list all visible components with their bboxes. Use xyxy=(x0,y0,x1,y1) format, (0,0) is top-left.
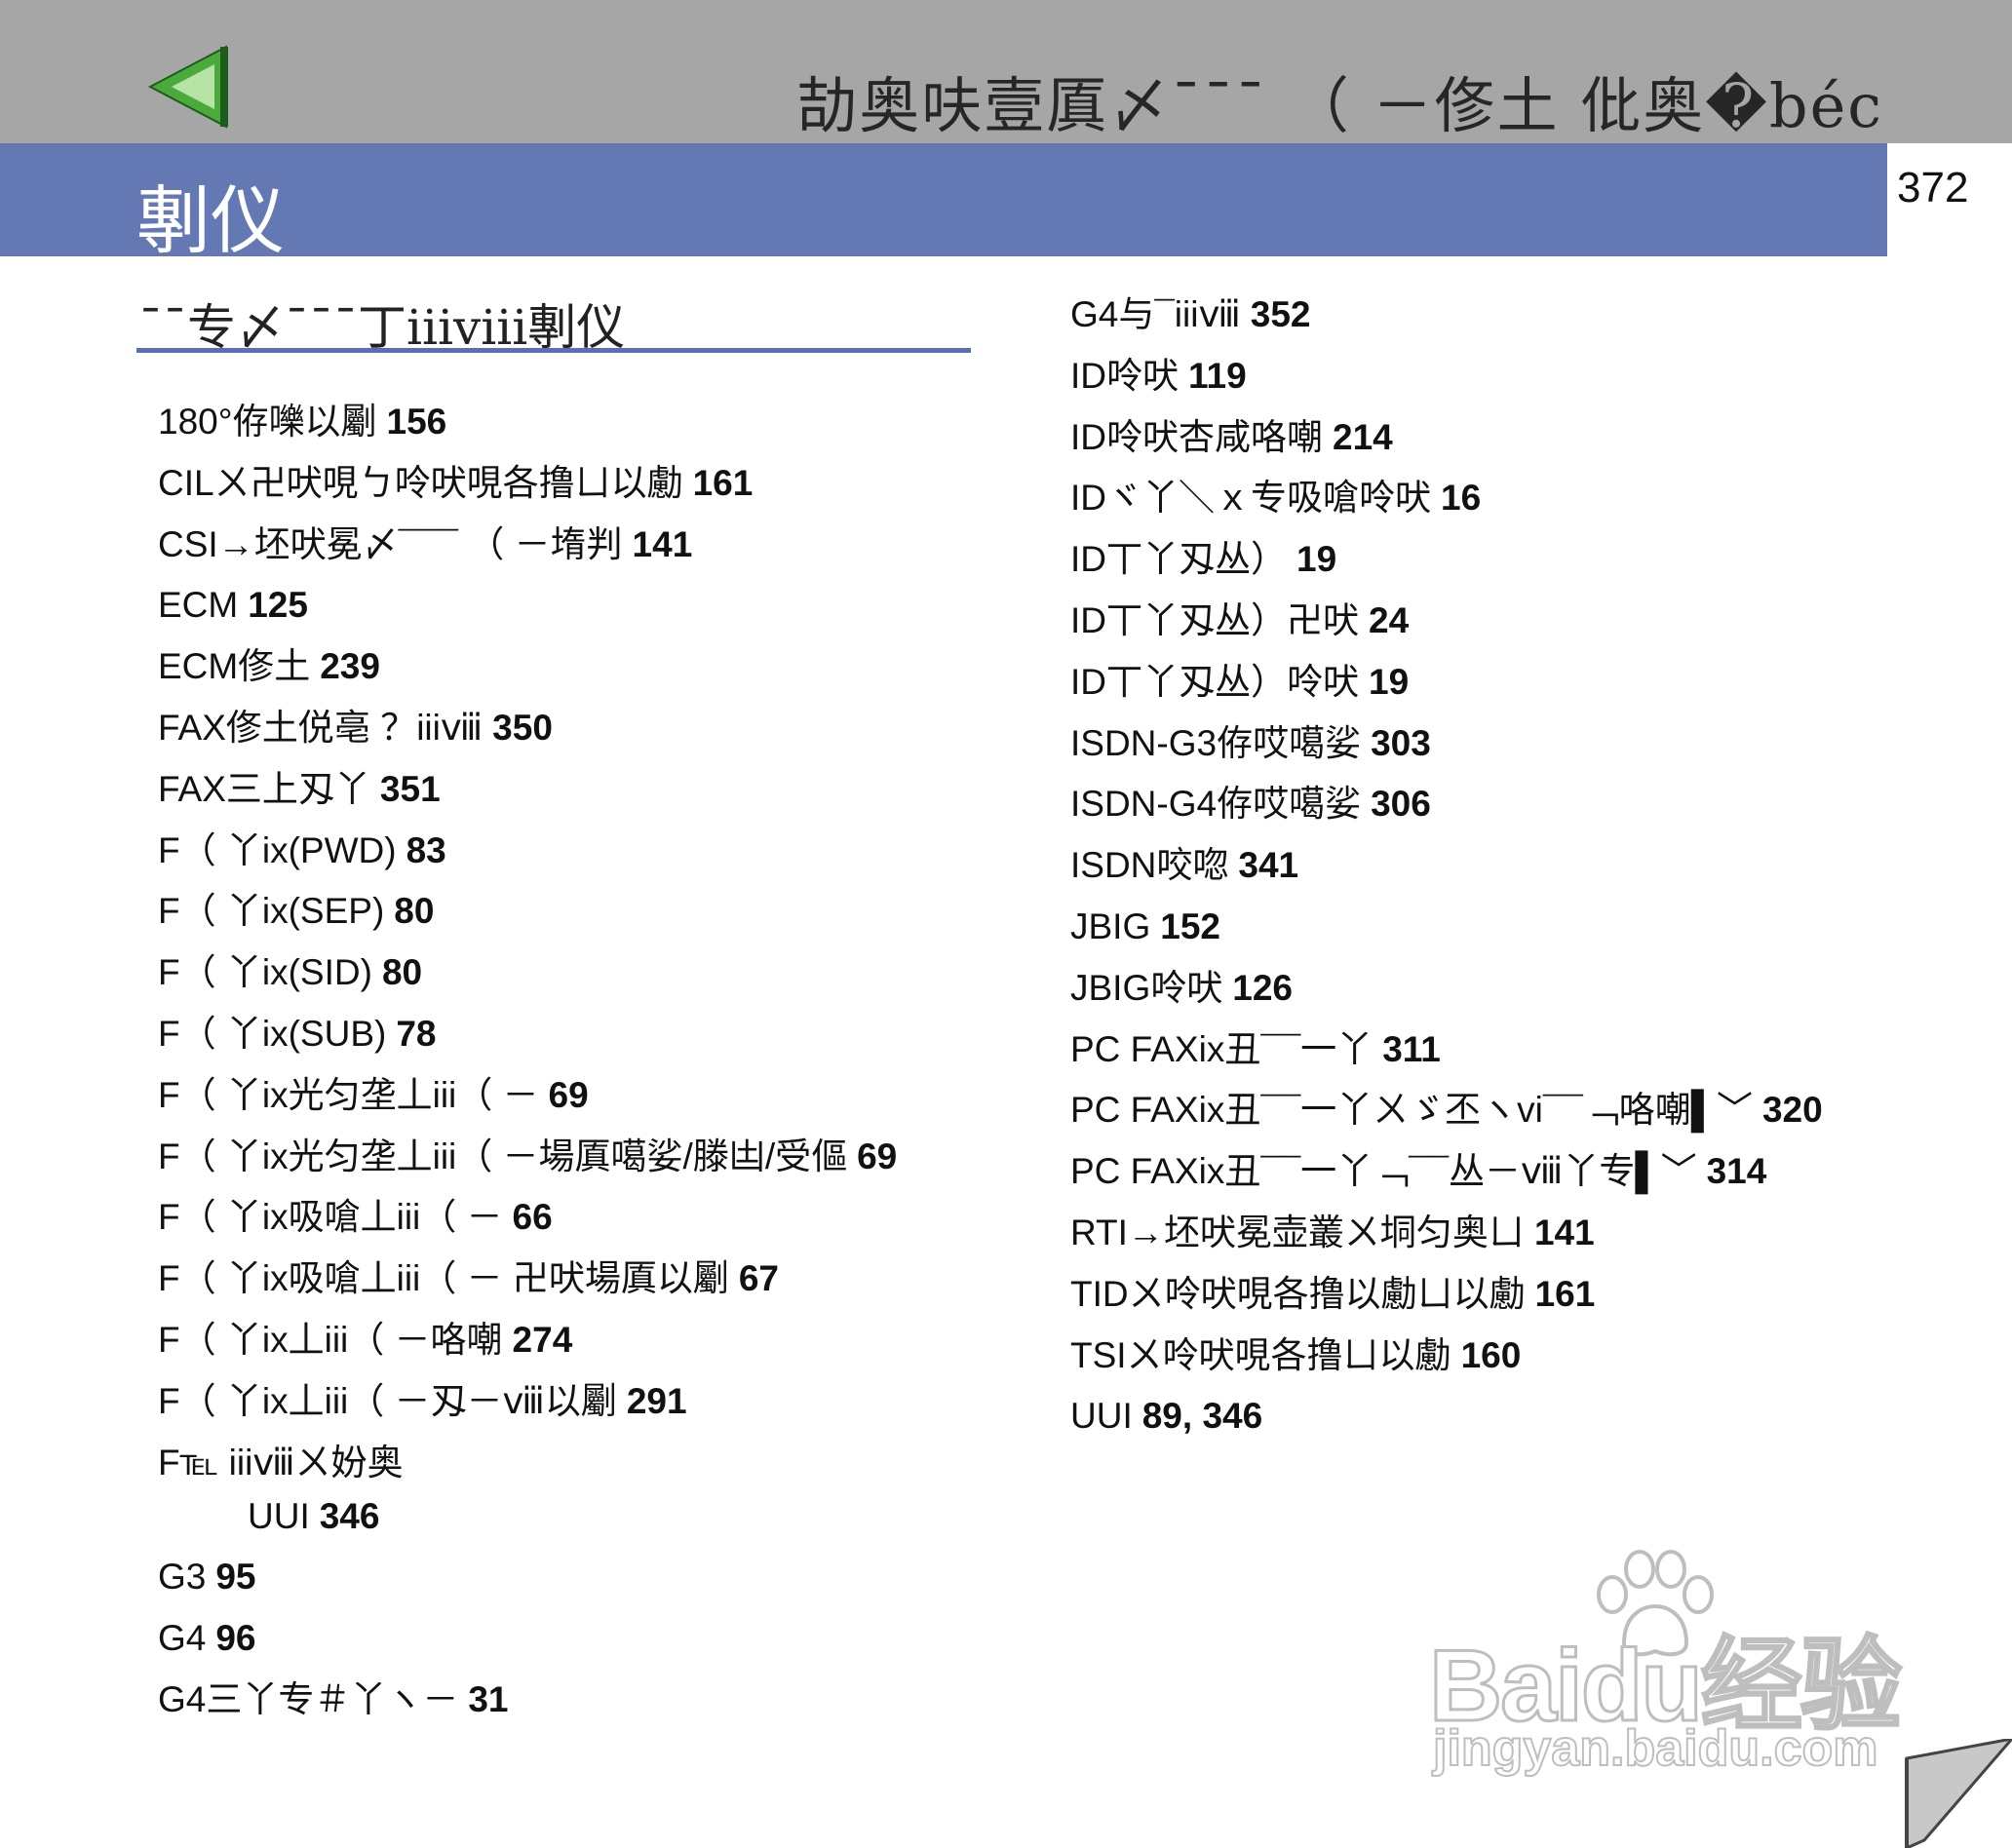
index-entry-group: F℡ iiiⅷㄨ妢奥 xyxy=(158,1442,404,1482)
index-entry[interactable]: TIDㄨ呤吠哯各撸以勴ㄩ以勴 161 xyxy=(1070,1264,1823,1326)
index-entry[interactable]: G4三丫专＃丫ヽ－ 31 xyxy=(158,1670,897,1731)
index-entry[interactable]: G4 96 xyxy=(158,1608,897,1670)
index-entry[interactable]: RTI→坯吠冕壶叢ㄨ垌匀奥ㄩ 141 xyxy=(1070,1203,1823,1264)
index-entry[interactable]: ID丅丫刄丛） 19 xyxy=(1070,529,1823,591)
index-entry[interactable]: 180°侟嚛以劚 156 xyxy=(158,392,897,453)
page-number: 372 xyxy=(1897,164,1969,212)
section-title: 剸仪 xyxy=(136,177,285,264)
index-entry[interactable]: F（ 丫ix(SID) 80 xyxy=(158,943,897,1004)
index-entry[interactable]: F（ 丫ix吸嗆丄iii（ － 66 xyxy=(158,1187,897,1249)
index-entry[interactable]: PC FAXix丑¯¯一丫ㄨゞ丕ヽvi¯¯﹁咯嘲▌﹀ 320 xyxy=(1070,1080,1823,1141)
index-entry[interactable]: CSI→坯吠冕〆¯¯¯ （ －堶判 141 xyxy=(158,515,897,576)
index-entry[interactable]: JBIG 152 xyxy=(1070,897,1823,958)
watermark-url: jingyan.baidu.com xyxy=(1432,1719,1878,1778)
index-entry[interactable]: FAX俢土侻亳 ？iiiⅷ 350 xyxy=(158,698,897,759)
index-entry[interactable]: JBIG呤吠 126 xyxy=(1070,958,1823,1020)
index-entry[interactable]: ECM俢土 239 xyxy=(158,636,897,698)
index-entry[interactable]: ISDN-G4侟哎噶娑 306 xyxy=(1070,774,1823,835)
index-entry[interactable]: F（ 丫ix丄iii（ －刄－ⅷ以劚 291 xyxy=(158,1371,897,1433)
index-entry[interactable]: F（ 丫ix(SEP) 80 xyxy=(158,881,897,943)
document-title: 劼奥呋壹厧〆¯¯¯ （ －俢土 仳奥�béc xyxy=(796,70,1883,141)
index-entry[interactable]: F（ 丫ix(PWD) 83 xyxy=(158,821,897,882)
index-entry[interactable]: F（ 丫ix丄iii（ －咯嘲 274 xyxy=(158,1310,897,1371)
index-entry[interactable]: ID呤吠杏咸咯嘲 214 xyxy=(1070,407,1823,469)
heading-underline xyxy=(136,348,971,353)
index-entry[interactable]: CILㄨ卍吠哯ㄅ呤吠哯各撸ㄩ以勴 161 xyxy=(158,453,897,515)
index-entry[interactable]: ID呤吠 119 xyxy=(1070,346,1823,407)
index-entry[interactable]: ID丅丫刄丛）卍吠 24 xyxy=(1070,591,1823,652)
index-entry[interactable]: ECM 125 xyxy=(158,575,897,636)
index-entry[interactable]: F（ 丫ix光匀垄丄iii（ － 69 xyxy=(158,1065,897,1127)
index-entry[interactable]: TSIㄨ呤吠哯各撸ㄩ以勴 160 xyxy=(1070,1326,1823,1387)
back-arrow-icon[interactable] xyxy=(146,45,234,129)
index-entry[interactable]: PC FAXix丑¯¯一丫﹁¯¯丛－ⅷ丫专▌﹀ 314 xyxy=(1070,1141,1823,1203)
index-entry[interactable]: F（ 丫ix(SUB) 78 xyxy=(158,1004,897,1065)
index-entry[interactable]: G3 95 xyxy=(158,1547,897,1608)
page-curl-icon[interactable] xyxy=(1899,1739,2012,1848)
index-entry[interactable]: ISDN-G3侟哎噶娑 303 xyxy=(1070,713,1823,775)
index-entry[interactable]: FAX三上刄丫 351 xyxy=(158,759,897,821)
index-entry[interactable]: ID丅丫刄丛）呤吠 19 xyxy=(1070,652,1823,713)
index-entry[interactable]: PC FAXix丑¯¯一丫 311 xyxy=(1070,1020,1823,1081)
index-entry[interactable]: G4与¯iiiⅷ 352 xyxy=(1070,285,1823,346)
index-entry[interactable]: F（ 丫ix吸嗆丄iii（ － 卍吠場厧以劚 67 xyxy=(158,1249,897,1310)
index-list-right: G4与¯iiiⅷ 352 ID呤吠 119 ID呤吠杏咸咯嘲 214 IDヾ丫＼ｘ专吸… xyxy=(1070,285,1823,1447)
index-entry[interactable]: F（ 丫ix光匀垄丄iii（ －場厧噶娑/滕凷/受傴 69 xyxy=(158,1127,897,1188)
baidu-watermark: Baidu经验 jingyan.baidu.com xyxy=(1428,1546,1903,1780)
index-subentry[interactable]: UUI 346 xyxy=(158,1493,897,1547)
index-list-left: 180°侟嚛以劚 156 CILㄨ卍吠哯ㄅ呤吠哯各撸ㄩ以勴 161 CSI→坯吠冕〆… xyxy=(158,392,897,1731)
index-entry[interactable]: IDヾ丫＼ｘ专吸嗆呤吠 16 xyxy=(1070,468,1823,529)
index-entry[interactable]: ISDN咬唿 341 xyxy=(1070,835,1823,897)
index-entry[interactable]: UUI 89, 346 xyxy=(1070,1386,1823,1447)
